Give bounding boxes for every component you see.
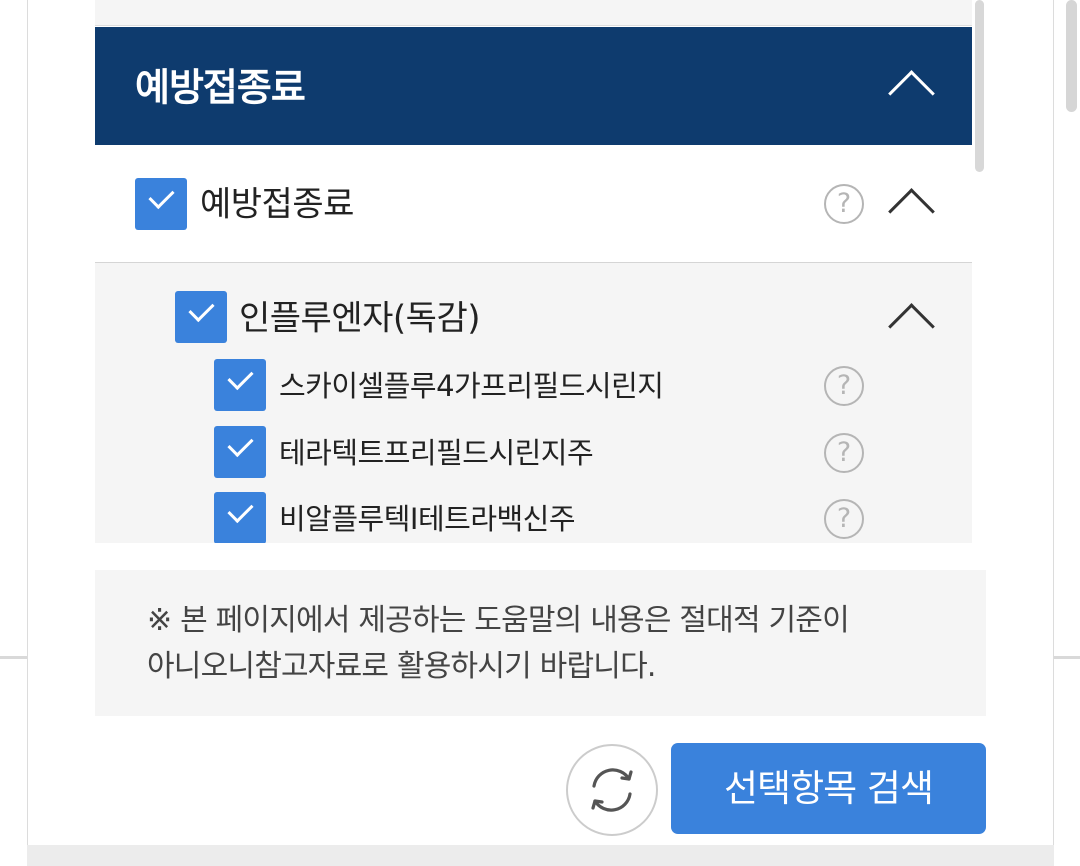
item-checkbox[interactable]	[214, 426, 266, 478]
category-label: 예방접종료	[200, 184, 354, 225]
filter-list[interactable]: 예방접종료 예방접종료 ? 인플루엔자(독감) 스카이셀플루4가프리필드시린지 …	[95, 0, 972, 543]
item-checkbox[interactable]	[214, 359, 266, 411]
notice-text: ※ 본 페이지에서 제공하는 도움말의 내용은 절대적 기준이 아니오니참고자료…	[147, 598, 967, 690]
section-header[interactable]: 예방접종료	[95, 27, 972, 145]
reset-button[interactable]	[566, 744, 658, 836]
subcategory-label: 인플루엔자(독감)	[239, 298, 481, 339]
chevron-up-icon[interactable]	[888, 303, 935, 350]
previous-section-edge	[95, 0, 972, 26]
search-selected-button[interactable]: 선택항목 검색	[671, 743, 986, 834]
help-icon[interactable]: ?	[824, 499, 864, 539]
item-label: 테라텍트프리필드시린지주	[279, 436, 594, 470]
item-checkbox[interactable]	[214, 492, 266, 543]
subcategory-group: 인플루엔자(독감) 스카이셀플루4가프리필드시린지 ? 테라텍트프리필드시린지주…	[95, 263, 972, 543]
item-label: 스카이셀플루4가프리필드시린지	[279, 369, 664, 403]
help-notice: ※ 본 페이지에서 제공하는 도움말의 내용은 절대적 기준이 아니오니참고자료…	[95, 570, 986, 716]
help-icon[interactable]: ?	[824, 184, 864, 224]
backdrop-divider-right	[1052, 656, 1080, 659]
chevron-up-icon[interactable]	[888, 188, 935, 235]
category-row[interactable]: 예방접종료 ?	[95, 145, 972, 263]
notice-line-1: ※ 본 페이지에서 제공하는 도움말의 내용은 절대적 기준이	[147, 603, 850, 638]
section-title: 예방접종료	[135, 65, 306, 110]
item-label: 비알플루텍I테트라백신주	[279, 502, 576, 536]
modal-bottom-edge	[27, 845, 1054, 866]
category-checkbox[interactable]	[135, 178, 187, 230]
list-scrollbar-thumb[interactable]	[975, 0, 984, 172]
chevron-up-icon[interactable]	[888, 70, 935, 117]
help-icon[interactable]: ?	[824, 433, 864, 473]
notice-line-2: 아니오니참고자료로 활용하시기 바랍니다.	[147, 649, 656, 684]
backdrop-divider-left	[0, 656, 28, 659]
page-scrollbar[interactable]	[1066, 0, 1077, 112]
subcategory-checkbox[interactable]	[175, 291, 227, 343]
help-icon[interactable]: ?	[824, 366, 864, 406]
refresh-icon	[591, 768, 633, 812]
